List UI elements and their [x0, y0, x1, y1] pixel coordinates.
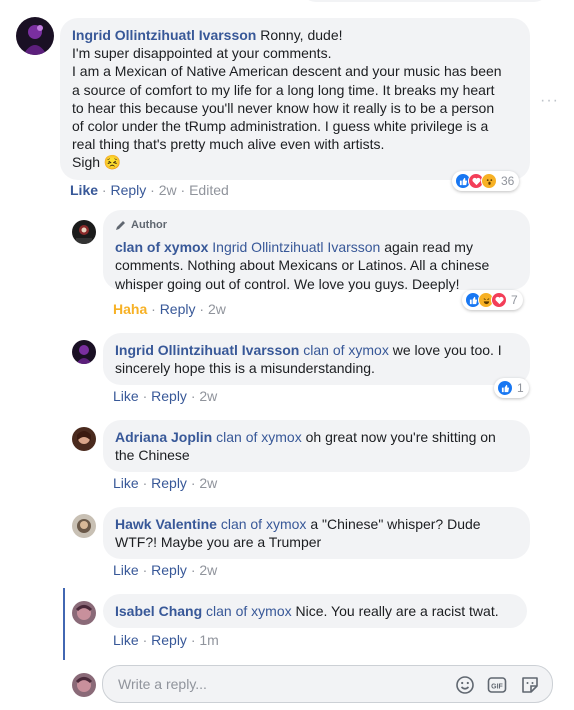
like-button[interactable]: Like [113, 632, 139, 648]
current-user-avatar [72, 673, 96, 697]
comment-text: the Chinese [115, 447, 190, 464]
like-button[interactable]: Like [113, 475, 139, 491]
edited-label[interactable]: Edited [189, 182, 229, 198]
timestamp[interactable]: 2w [199, 388, 217, 404]
reaction-count: 1 [517, 381, 524, 395]
reply-button[interactable]: Reply [151, 632, 187, 648]
reaction-summary[interactable]: 36 [452, 171, 520, 191]
comment-text: we love you too. I [392, 342, 502, 358]
more-options-icon[interactable]: ··· [540, 92, 559, 110]
comment-bubble: Hawk Valentine clan of xymox a "Chinese"… [103, 507, 530, 559]
comment-bubble: Isabel Chang clan of xymox Nice. You rea… [103, 594, 527, 628]
commenter-name[interactable]: Ingrid Ollintzihuatl Ivarsson [72, 27, 256, 43]
commenter-name[interactable]: Isabel Chang [115, 603, 202, 619]
comment-text: a source of comfort to my life for a lon… [72, 81, 495, 98]
reaction-summary[interactable]: 7 [462, 290, 523, 310]
avatar[interactable] [72, 601, 96, 625]
like-button[interactable]: Like [113, 562, 139, 578]
reaction-summary[interactable]: 1 [494, 378, 529, 398]
comment-actions: Like · Reply · 2w [113, 388, 218, 404]
avatar[interactable] [16, 17, 54, 55]
gif-icon[interactable]: GIF [487, 675, 507, 695]
reply-button[interactable]: Reply [160, 301, 196, 317]
comment-actions: Like · Reply · 2w [113, 562, 218, 578]
comment-text: whisper going out of control. We love yo… [115, 275, 460, 292]
comment-text: comments. Nothing about Mexicans or Lati… [115, 257, 490, 274]
comment-text: a "Chinese" whisper? Dude [310, 516, 481, 532]
timestamp[interactable]: 1m [199, 632, 218, 648]
mention-link[interactable]: clan of xymox [221, 516, 307, 532]
comment-text: WTF?! Maybe you are a Trumper [115, 534, 322, 551]
comment-text: sincerely hope this is a misunderstandin… [115, 360, 375, 377]
author-badge: Author [115, 216, 518, 234]
reply-input[interactable] [116, 674, 436, 694]
reaction-count: 7 [511, 293, 518, 307]
like-button[interactable]: Like [113, 388, 139, 404]
love-reaction-icon [491, 292, 507, 308]
commenter-name[interactable]: Hawk Valentine [115, 516, 217, 532]
comment-bubble: Adriana Joplin clan of xymox oh great no… [103, 420, 530, 472]
avatar[interactable] [72, 220, 96, 244]
mention-link[interactable]: clan of xymox [303, 342, 389, 358]
commenter-name[interactable]: Ingrid Ollintzihuatl Ivarsson [115, 342, 299, 358]
comment-actions: Like · Reply · 2w [113, 475, 218, 491]
comment-text: Ronny, dude! [260, 27, 343, 43]
comment-text: I am a Mexican of Native American descen… [72, 63, 502, 80]
emoji-icon[interactable] [455, 675, 475, 695]
comment-actions: Like · Reply · 2w · Edited [70, 182, 229, 198]
comment-actions: Haha · Reply · 2w [113, 301, 226, 317]
comment-text: Sigh 😣 [72, 154, 122, 171]
like-reaction-icon [497, 380, 513, 396]
reply-button[interactable]: Reply [151, 475, 187, 491]
comment-text: to hear this because you'll never know h… [72, 99, 495, 116]
sticker-icon[interactable] [520, 675, 540, 695]
timestamp[interactable]: 2w [159, 182, 177, 198]
mention-link[interactable]: Ingrid Ollintzihuatl Ivarsson [212, 239, 380, 255]
highlight-bar [63, 588, 65, 660]
comment-text: Nice. You really are a racist twat. [295, 603, 499, 619]
comment-text: oh great now you're shitting on [305, 429, 496, 445]
like-button[interactable]: Like [70, 182, 98, 198]
reply-button[interactable]: Reply [151, 562, 187, 578]
reply-composer[interactable]: GIF [102, 665, 553, 703]
commenter-name[interactable]: Adriana Joplin [115, 429, 212, 445]
comment-bubble: Author clan of xymox Ingrid Ollintzihuat… [103, 210, 530, 292]
previous-comment-bubble [300, 0, 550, 2]
pencil-icon [116, 221, 125, 231]
comment-text: real thing that's pretty much alive even… [72, 136, 385, 153]
svg-text:GIF: GIF [491, 684, 503, 691]
commenter-name[interactable]: clan of xymox [115, 239, 208, 255]
wow-reaction-icon [481, 173, 497, 189]
haha-button[interactable]: Haha [113, 301, 147, 317]
mention-link[interactable]: clan of xymox [216, 429, 302, 445]
reply-button[interactable]: Reply [110, 182, 146, 198]
avatar[interactable] [72, 427, 96, 451]
comment-text: of color under the tRump administration.… [72, 118, 489, 135]
timestamp[interactable]: 2w [199, 475, 217, 491]
avatar[interactable] [72, 514, 96, 538]
comment-actions: Like · Reply · 1m [113, 632, 219, 648]
mention-link[interactable]: clan of xymox [206, 603, 292, 619]
timestamp[interactable]: 2w [208, 301, 226, 317]
comment-bubble: Ingrid Ollintzihuatl Ivarsson Ronny, dud… [60, 18, 530, 180]
comment-bubble: Ingrid Ollintzihuatl Ivarsson clan of xy… [103, 333, 530, 385]
timestamp[interactable]: 2w [199, 562, 217, 578]
reply-button[interactable]: Reply [151, 388, 187, 404]
comment-text: again read my [384, 239, 473, 256]
comment-text: I'm super disappointed at your comments. [72, 45, 332, 62]
avatar[interactable] [72, 340, 96, 364]
reaction-count: 36 [501, 174, 515, 188]
